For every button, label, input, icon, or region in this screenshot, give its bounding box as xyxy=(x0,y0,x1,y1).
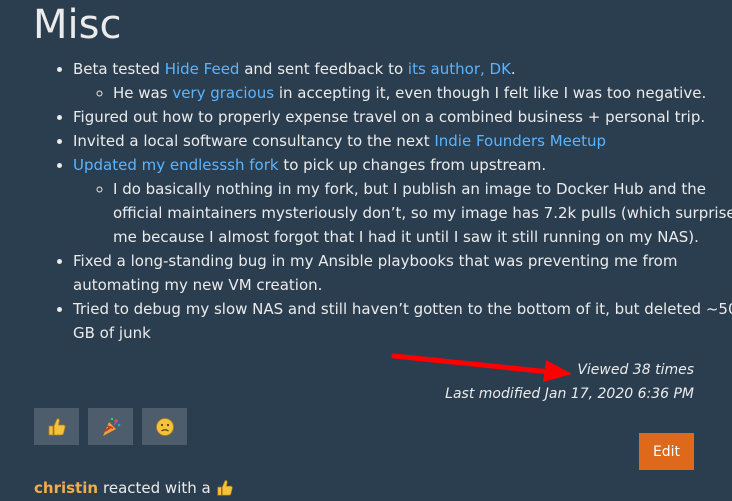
sub-list: He was very gracious in accepting it, ev… xyxy=(73,81,732,105)
item-text: to pick up changes from upstream. xyxy=(278,156,547,174)
section-heading: Misc xyxy=(33,2,122,48)
list-item: Fixed a long-standing bug in my Ansible … xyxy=(73,249,732,297)
item-text: Tried to debug my slow NAS and still hav… xyxy=(73,300,732,342)
very-gracious-link[interactable]: very gracious xyxy=(172,84,274,102)
thumbs-up-button[interactable] xyxy=(34,408,79,445)
reaction-text: reacted with a xyxy=(103,479,211,497)
last-modified: Last modified Jan 17, 2020 6:36 PM xyxy=(445,386,694,402)
frown-face-button[interactable] xyxy=(142,408,187,445)
reaction-summary: christin reacted with a xyxy=(34,477,234,499)
list-item: Updated my endlesssh fork to pick up cha… xyxy=(73,153,732,249)
item-text: He was xyxy=(113,84,173,102)
misc-list: Beta tested Hide Feed and sent feedback … xyxy=(33,57,732,345)
reaction-buttons xyxy=(34,408,187,445)
item-text: and sent feedback to xyxy=(239,60,408,78)
item-text: I do basically nothing in my fork, but I… xyxy=(113,180,732,246)
list-item: Tried to debug my slow NAS and still hav… xyxy=(73,297,732,345)
reactor-name[interactable]: christin xyxy=(34,477,98,499)
list-item: Beta tested Hide Feed and sent feedback … xyxy=(73,57,732,105)
indie-founders-meetup-link[interactable]: Indie Founders Meetup xyxy=(434,132,606,150)
view-count: Viewed 38 times xyxy=(577,362,694,378)
thumbs-up-icon xyxy=(48,417,65,435)
item-text: . xyxy=(510,60,516,78)
item-text: Invited a local software consultancy to … xyxy=(73,132,435,150)
item-text: in accepting it, even though I felt like… xyxy=(274,84,707,102)
list-item: Figured out how to properly expense trav… xyxy=(73,105,732,129)
author-link[interactable]: its author, DK xyxy=(408,60,511,78)
endlesssh-fork-link[interactable]: Updated my endlesssh fork xyxy=(73,156,279,174)
frown-face-icon xyxy=(155,417,174,436)
hide-feed-link[interactable]: Hide Feed xyxy=(165,60,240,78)
sub-list: I do basically nothing in my fork, but I… xyxy=(73,177,732,249)
edit-button[interactable]: Edit xyxy=(639,433,694,470)
list-item: Invited a local software consultancy to … xyxy=(73,129,732,153)
thumbs-up-icon xyxy=(217,480,233,496)
sub-list-item: He was very gracious in accepting it, ev… xyxy=(113,81,732,105)
item-text: Fixed a long-standing bug in my Ansible … xyxy=(73,252,678,294)
annotation-arrow xyxy=(391,353,572,382)
party-popper-button[interactable] xyxy=(88,408,133,445)
party-popper-icon xyxy=(102,417,120,436)
item-text: Figured out how to properly expense trav… xyxy=(73,108,706,126)
sub-list-item: I do basically nothing in my fork, but I… xyxy=(113,177,732,249)
item-text: Beta tested xyxy=(73,60,165,78)
